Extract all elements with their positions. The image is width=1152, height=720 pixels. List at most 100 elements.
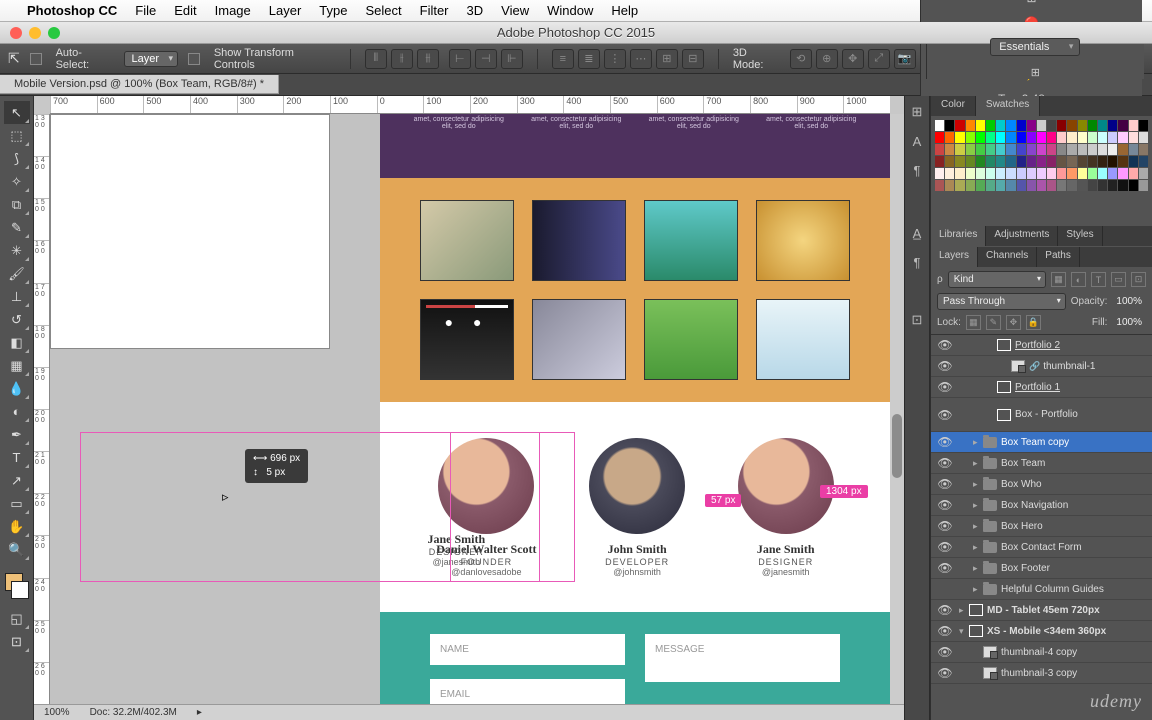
visibility-toggle[interactable]: 👁: [931, 645, 959, 659]
type-tool[interactable]: T: [4, 446, 30, 469]
swatch[interactable]: [1057, 180, 1066, 191]
align-bottom-icon[interactable]: ⫵: [417, 49, 439, 69]
visibility-toggle[interactable]: 👁: [931, 338, 959, 352]
swatch[interactable]: [1037, 144, 1046, 155]
swatch[interactable]: [1088, 168, 1097, 179]
path-tool[interactable]: ↗: [4, 469, 30, 492]
swatch[interactable]: [1118, 168, 1127, 179]
swatch[interactable]: [1078, 168, 1087, 179]
menu-filter[interactable]: Filter: [411, 3, 458, 18]
swatch[interactable]: [955, 120, 964, 131]
swatch[interactable]: [1017, 144, 1026, 155]
screenmode-tool[interactable]: ⊡: [4, 630, 30, 653]
visibility-toggle[interactable]: 👁: [931, 540, 959, 554]
swatch[interactable]: [1078, 180, 1087, 191]
swatch[interactable]: [976, 156, 985, 167]
swatch[interactable]: [1027, 180, 1036, 191]
filter-kind-dropdown[interactable]: Kind: [948, 271, 1046, 288]
swatch[interactable]: [966, 132, 975, 143]
filter-smart-icon[interactable]: ⊡: [1131, 272, 1146, 287]
swatch[interactable]: [986, 144, 995, 155]
menu-type[interactable]: Type: [310, 3, 356, 18]
lock-pixel-icon[interactable]: ✎: [986, 315, 1001, 330]
opacity-value[interactable]: 100%: [1112, 295, 1146, 308]
swatch[interactable]: [1098, 180, 1107, 191]
eraser-tool[interactable]: ◧: [4, 331, 30, 354]
swatch[interactable]: [986, 168, 995, 179]
layer-row[interactable]: 👁Portfolio 2: [931, 335, 1152, 356]
swatch[interactable]: [935, 132, 944, 143]
3d-roll-icon[interactable]: ⊕: [816, 49, 838, 69]
swatch[interactable]: [1129, 180, 1138, 191]
align-hcenter-icon[interactable]: ⊣: [475, 49, 497, 69]
swatch[interactable]: [1108, 156, 1117, 167]
swatch[interactable]: [1067, 168, 1076, 179]
swatch[interactable]: [1088, 120, 1097, 131]
layer-row[interactable]: 👁▾XS - Mobile <34em 360px: [931, 621, 1152, 642]
swatch[interactable]: [1017, 120, 1026, 131]
search-icon[interactable]: ⊞: [1031, 66, 1040, 79]
layer-row[interactable]: 👁▸Box Who: [931, 474, 1152, 495]
swatch[interactable]: [1047, 168, 1056, 179]
paths-tab[interactable]: Paths: [1037, 247, 1080, 267]
grid-icon[interactable]: ⊞: [1026, 0, 1036, 5]
swatch[interactable]: [986, 180, 995, 191]
lasso-tool[interactable]: ⟆: [4, 147, 30, 170]
swatch[interactable]: [1027, 120, 1036, 131]
swatch[interactable]: [1067, 180, 1076, 191]
swatch[interactable]: [1037, 180, 1046, 191]
shape-tool[interactable]: ▭: [4, 492, 30, 515]
layer-row[interactable]: 👁▸Box Contact Form: [931, 537, 1152, 558]
swatch[interactable]: [1118, 156, 1127, 167]
swatch[interactable]: [1057, 132, 1066, 143]
swatch[interactable]: [976, 144, 985, 155]
swatch[interactable]: [996, 156, 1005, 167]
swatch[interactable]: [1027, 156, 1036, 167]
swatch[interactable]: [1047, 180, 1056, 191]
dodge-tool[interactable]: ◐: [4, 400, 30, 423]
visibility-toggle[interactable]: 👁: [931, 666, 959, 680]
swatch[interactable]: [1129, 144, 1138, 155]
menu-view[interactable]: View: [492, 3, 538, 18]
swatch[interactable]: [1027, 132, 1036, 143]
swatch[interactable]: [935, 180, 944, 191]
dist-1-icon[interactable]: ≡: [552, 49, 574, 69]
swatch[interactable]: [1017, 132, 1026, 143]
background-color[interactable]: [11, 581, 29, 599]
layers-tab[interactable]: Layers: [931, 247, 978, 267]
layer-row[interactable]: 👁thumbnail-3 copy: [931, 663, 1152, 684]
swatch[interactable]: [945, 168, 954, 179]
swatches-tab[interactable]: Swatches: [976, 96, 1040, 116]
swatch[interactable]: [1108, 120, 1117, 131]
swatch[interactable]: [996, 144, 1005, 155]
healing-tool[interactable]: ✳: [4, 239, 30, 262]
swatch[interactable]: [1017, 168, 1026, 179]
document-tab[interactable]: Mobile Version.psd @ 100% (Box Team, RGB…: [0, 75, 279, 94]
menu-select[interactable]: Select: [356, 3, 410, 18]
pen-tool[interactable]: ✒: [4, 423, 30, 446]
swatch[interactable]: [1108, 144, 1117, 155]
swatch[interactable]: [1006, 132, 1015, 143]
3d-orbit-icon[interactable]: ⟲: [790, 49, 812, 69]
eyedropper-tool[interactable]: ✎: [4, 216, 30, 239]
swatch[interactable]: [1088, 144, 1097, 155]
layer-row[interactable]: 👁thumbnail-4 copy: [931, 642, 1152, 663]
swatch[interactable]: [1118, 144, 1127, 155]
align-left-icon[interactable]: ⊢: [449, 49, 471, 69]
swatch[interactable]: [966, 180, 975, 191]
swatch[interactable]: [976, 180, 985, 191]
visibility-toggle[interactable]: 👁: [931, 408, 959, 422]
layer-row[interactable]: 👁Portfolio 1: [931, 377, 1152, 398]
lock-trans-icon[interactable]: ▦: [966, 315, 981, 330]
char-icon[interactable]: A: [913, 134, 922, 149]
swatch[interactable]: [955, 144, 964, 155]
swatch[interactable]: [955, 132, 964, 143]
layer-row[interactable]: 👁Box - Portfolio: [931, 398, 1152, 432]
swatch[interactable]: [1139, 144, 1148, 155]
layer-row[interactable]: 👁🔗thumbnail-1: [931, 356, 1152, 377]
swatch[interactable]: [1006, 144, 1015, 155]
swatch[interactable]: [1047, 156, 1056, 167]
swatch[interactable]: [945, 144, 954, 155]
glyph-icon[interactable]: ¶: [914, 255, 921, 270]
swatch[interactable]: [996, 132, 1005, 143]
